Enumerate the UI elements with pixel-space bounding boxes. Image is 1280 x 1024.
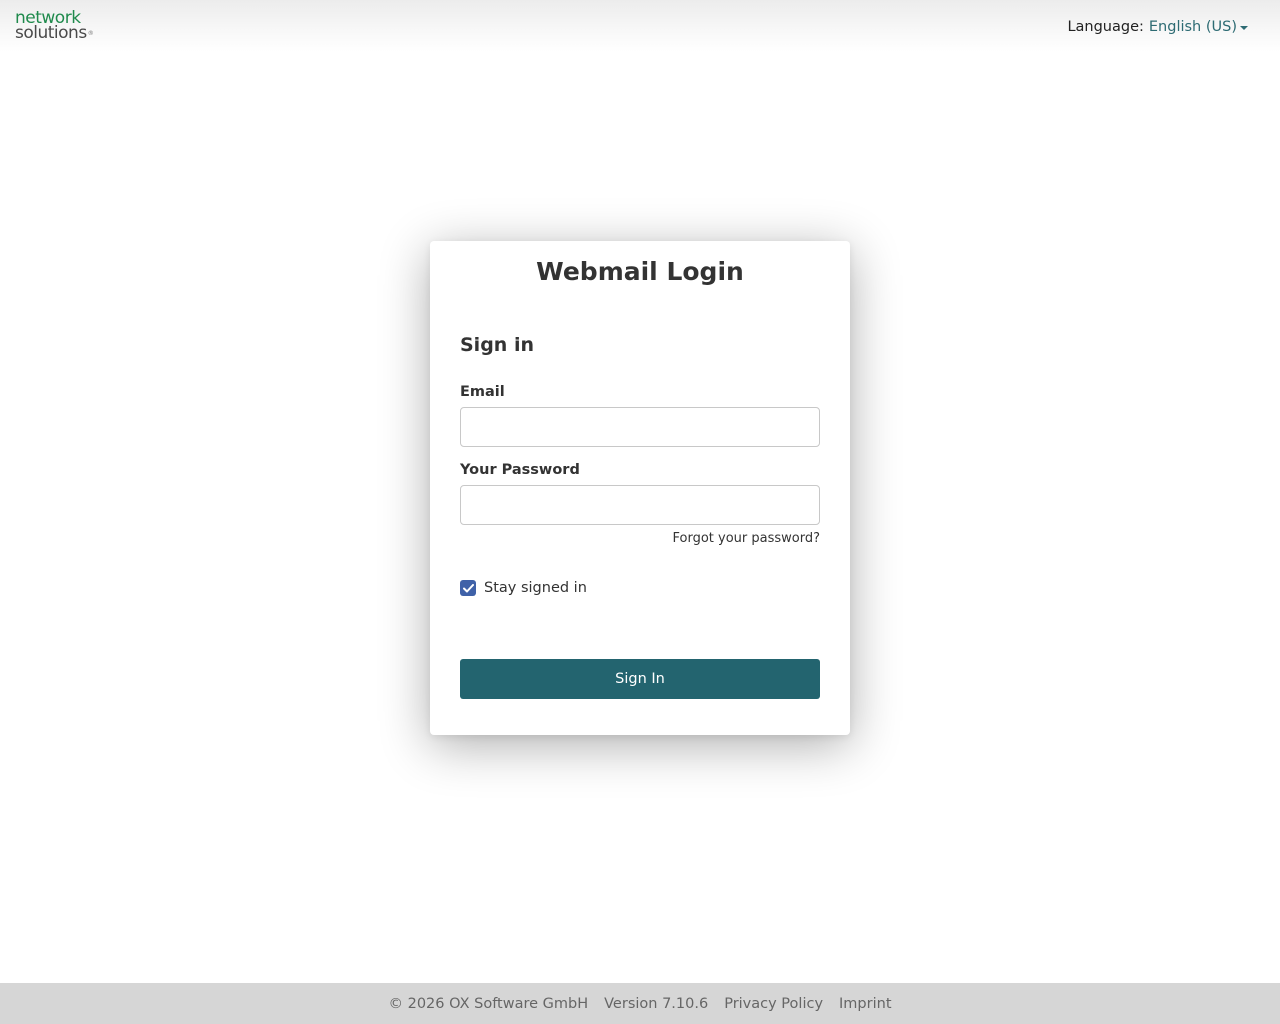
language-dropdown[interactable]: English (US) xyxy=(1149,19,1237,35)
logo-line-2-text: solutions xyxy=(15,23,87,43)
version-text: Version 7.10.6 xyxy=(604,995,709,1012)
email-label: Email xyxy=(460,384,505,400)
forgot-password-link[interactable]: Forgot your password? xyxy=(672,531,820,546)
logo-line-2: solutions® xyxy=(15,23,94,43)
footer: © 2026 OX Software GmbH Version 7.10.6 P… xyxy=(0,983,1280,1024)
network-solutions-logo[interactable]: network solutions® xyxy=(15,10,94,43)
top-bar: network solutions® Language: English (US… xyxy=(0,0,1280,52)
copyright-text: © 2026 OX Software GmbH xyxy=(388,995,589,1012)
language-selector[interactable]: Language: English (US) xyxy=(1067,19,1248,35)
privacy-policy-link[interactable]: Privacy Policy xyxy=(724,996,823,1012)
logo-registered-mark: ® xyxy=(87,30,94,37)
chevron-down-icon[interactable] xyxy=(1240,26,1248,30)
stay-signed-in[interactable]: Stay signed in xyxy=(460,580,587,596)
sign-in-heading: Sign in xyxy=(460,334,534,356)
password-field[interactable] xyxy=(460,485,820,525)
password-label: Your Password xyxy=(460,462,580,478)
login-card: Webmail Login Sign in Email Your Passwor… xyxy=(430,241,850,735)
imprint-link[interactable]: Imprint xyxy=(839,996,891,1012)
stay-signed-in-label: Stay signed in xyxy=(484,580,587,596)
language-label: Language: xyxy=(1067,19,1144,35)
email-field[interactable] xyxy=(460,407,820,447)
stay-signed-in-checkbox[interactable] xyxy=(460,580,476,596)
sign-in-button[interactable]: Sign In xyxy=(460,659,820,699)
page-title: Webmail Login xyxy=(536,257,744,286)
checkmark-icon xyxy=(462,583,474,592)
